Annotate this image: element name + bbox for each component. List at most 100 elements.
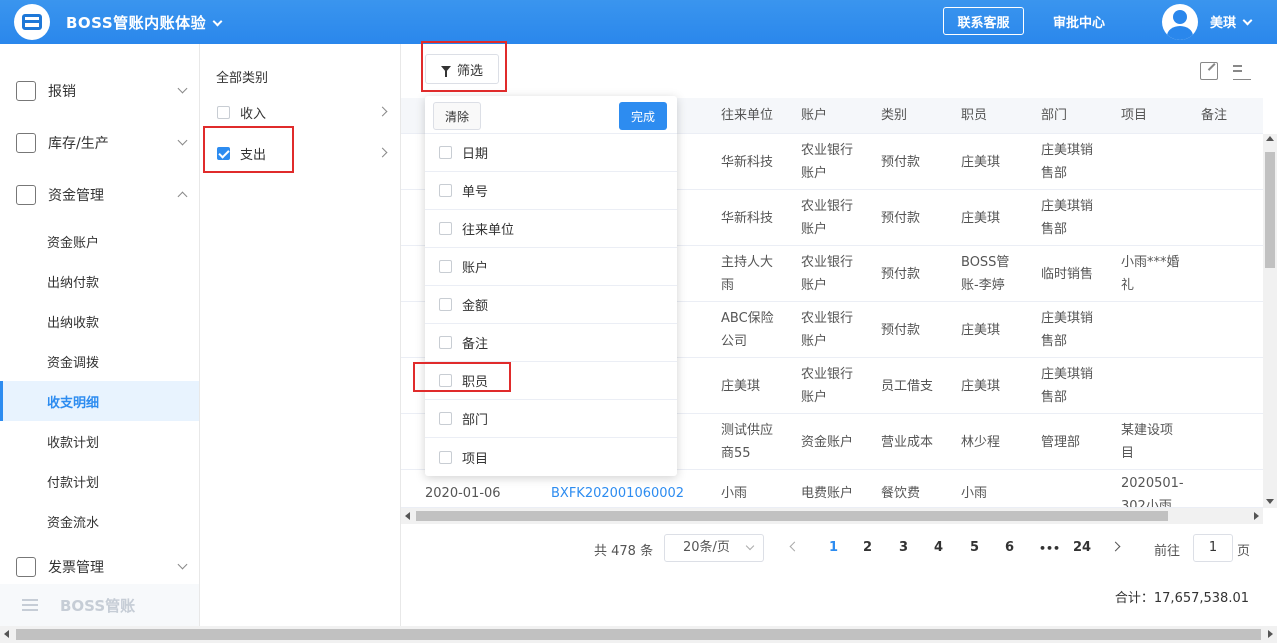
sidebar-item-cashier-receipt[interactable]: 出纳收款	[0, 301, 199, 341]
sidebar-group-reimburse[interactable]: 报销	[0, 65, 199, 117]
option-checkbox[interactable]	[439, 336, 452, 349]
page-number[interactable]: 6	[1005, 540, 1014, 555]
column-header[interactable]: 项目	[1121, 98, 1147, 134]
table-vertical-scrollbar[interactable]	[1263, 134, 1277, 508]
sidebar-item-cashier-payment[interactable]: 出纳付款	[0, 261, 199, 301]
sidebar-group-inventory[interactable]: 库存/生产	[0, 117, 199, 169]
goto-page-input[interactable]: 1	[1193, 534, 1233, 562]
clear-button[interactable]: 清除	[433, 102, 481, 130]
page-number[interactable]: 3	[899, 540, 908, 555]
scroll-right-icon[interactable]	[1254, 512, 1259, 520]
category-item-income[interactable]: 收入	[200, 97, 400, 127]
column-header[interactable]: 职员	[961, 98, 987, 134]
column-header[interactable]: 往来单位	[721, 98, 773, 134]
option-checkbox[interactable]	[439, 184, 452, 197]
option-checkbox[interactable]	[439, 450, 452, 464]
chevron-down-icon	[177, 135, 188, 146]
sidebar-item-fund-account[interactable]: 资金账户	[0, 221, 199, 261]
menu-icon	[22, 599, 38, 611]
cell-category: 营业成本	[881, 434, 934, 450]
page-number[interactable]: 4	[934, 540, 943, 555]
column-option-no[interactable]: 单号	[425, 172, 677, 210]
option-label: 项目	[462, 451, 489, 467]
cell-project	[1121, 302, 1187, 358]
contact-support-button[interactable]: 联系客服	[943, 7, 1024, 35]
table-horizontal-scrollbar[interactable]	[401, 508, 1263, 524]
page-horizontal-scrollbar[interactable]	[0, 626, 1277, 643]
highlight-staff-option	[413, 362, 511, 392]
column-header[interactable]: 类别	[881, 98, 907, 134]
highlight-expense	[203, 126, 294, 173]
goto-label: 前往	[1154, 544, 1181, 559]
cell-project	[1121, 134, 1187, 190]
scroll-up-icon[interactable]	[1266, 136, 1274, 141]
option-checkbox[interactable]	[439, 146, 452, 159]
scroll-left-icon[interactable]	[405, 512, 410, 520]
sidebar-item-fund-transfer[interactable]: 资金调拨	[0, 341, 199, 381]
scroll-right-icon[interactable]	[1268, 630, 1273, 638]
cell-category: 餐饮费	[881, 485, 921, 501]
option-label: 单号	[462, 185, 489, 200]
page-number[interactable]: 2	[863, 540, 872, 555]
cell-category: 预付款	[881, 154, 921, 170]
sidebar-item-receipt-plan[interactable]: 收款计划	[0, 421, 199, 461]
dropdown-header: 清除 完成	[425, 96, 677, 134]
page-number[interactable]: 1	[829, 540, 838, 555]
done-button[interactable]: 完成	[619, 102, 667, 130]
sidebar-item-income-expense[interactable]: 收支明细	[0, 381, 199, 421]
option-checkbox[interactable]	[439, 298, 452, 311]
option-label: 往来单位	[462, 223, 515, 238]
cell-dept: 庄美琪销售部	[1041, 143, 1094, 181]
income-checkbox[interactable]	[217, 105, 230, 119]
chevron-right-icon	[377, 147, 388, 158]
sidebar-item-payment-plan[interactable]: 付款计划	[0, 461, 199, 501]
category-title[interactable]: 全部类别	[216, 67, 268, 86]
user-menu[interactable]: 美琪	[1210, 12, 1253, 31]
cell-account: 农业银行账户	[801, 367, 854, 405]
column-header[interactable]: 备注	[1201, 98, 1227, 134]
cell-account: 农业银行账户	[801, 311, 854, 349]
page-size-value: 20条/页	[683, 540, 730, 555]
page-size-select[interactable]: 20条/页	[664, 534, 764, 562]
chevron-down-icon	[177, 559, 188, 570]
prev-page-icon[interactable]	[789, 541, 800, 552]
scroll-thumb[interactable]	[416, 511, 1168, 521]
export-icon[interactable]	[1200, 62, 1218, 80]
column-option-amount[interactable]: 金额	[425, 286, 677, 324]
page-number[interactable]: 5	[970, 540, 979, 555]
more-pages[interactable]: •••	[1039, 542, 1060, 555]
app-title-switcher[interactable]: BOSS管账内账体验	[66, 12, 223, 33]
store-icon	[22, 14, 42, 30]
sidebar-group-funds[interactable]: 资金管理	[0, 169, 199, 221]
next-page-icon[interactable]	[1110, 541, 1121, 552]
scroll-down-icon[interactable]	[1266, 499, 1274, 504]
column-header[interactable]: 账户	[801, 98, 827, 134]
category-label: 收入	[240, 106, 267, 122]
scroll-thumb[interactable]	[16, 629, 1261, 640]
sidebar-collapse-bar[interactable]: BOSS管账	[0, 584, 199, 626]
column-option-partner[interactable]: 往来单位	[425, 210, 677, 248]
option-checkbox[interactable]	[439, 222, 452, 235]
cell-staff: 庄美琪	[961, 154, 1001, 170]
scroll-thumb[interactable]	[1265, 152, 1275, 268]
highlight-filter	[421, 41, 507, 92]
sort-icon[interactable]	[1233, 62, 1251, 80]
column-option-date[interactable]: 日期	[425, 134, 677, 172]
column-option-note[interactable]: 备注	[425, 324, 677, 362]
app-logo[interactable]	[14, 4, 50, 40]
option-checkbox[interactable]	[439, 412, 452, 425]
sidebar: 报销 库存/生产 资金管理 资金账户 出纳付款 出纳收款 资金调拨 收支明细 收…	[0, 44, 200, 626]
column-option-account[interactable]: 账户	[425, 248, 677, 286]
cell-category: 预付款	[881, 266, 921, 282]
avatar[interactable]	[1162, 4, 1198, 40]
column-option-project[interactable]: 项目	[425, 438, 677, 476]
column-option-dept[interactable]: 部门	[425, 400, 677, 438]
cell-dept: 庄美琪销售部	[1041, 367, 1094, 405]
page-number[interactable]: 24	[1073, 540, 1091, 555]
scroll-left-icon[interactable]	[4, 630, 9, 638]
approval-center-link[interactable]: 审批中心	[1053, 12, 1105, 31]
option-checkbox[interactable]	[439, 260, 452, 273]
sidebar-item-fund-flow[interactable]: 资金流水	[0, 501, 199, 541]
column-header[interactable]: 部门	[1041, 98, 1067, 134]
box-icon	[16, 133, 36, 153]
